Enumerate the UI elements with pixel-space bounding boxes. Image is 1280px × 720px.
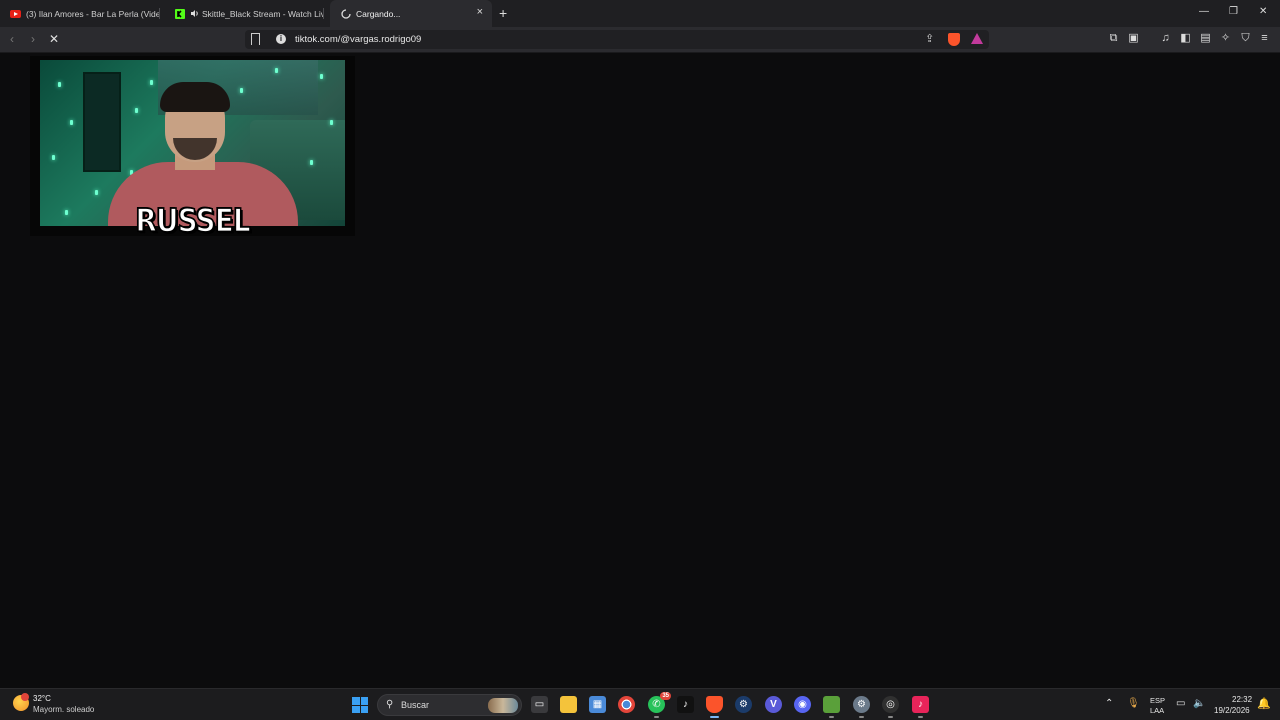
brave-shields-icon[interactable]: [948, 33, 960, 46]
obs-icon[interactable]: ◎: [882, 696, 899, 718]
microphone-icon[interactable]: 🎙: [1127, 698, 1140, 709]
notifications-bell-icon[interactable]: 🔔: [1257, 697, 1271, 710]
reader-mode-icon[interactable]: ▣: [1127, 32, 1140, 45]
webcam-overlay: RUSSEL: [30, 56, 355, 240]
whatsapp-badge: 35: [660, 692, 671, 700]
wallet-icon[interactable]: ▤: [1199, 32, 1212, 45]
weather-condition[interactable]: Mayorm. soleado: [33, 705, 94, 714]
search-icon: ⚲: [386, 699, 394, 710]
light-dot: [275, 68, 278, 73]
search-highlight-image: [488, 698, 518, 713]
input-language[interactable]: ESP: [1150, 696, 1165, 705]
taskbar: 32°C Mayorm. soleado ⚲ Buscar ▭ ▦ ✆ 35 ♪ …: [0, 688, 1280, 720]
tab-label: Cargando...: [356, 8, 401, 19]
brave-rewards-icon[interactable]: [971, 33, 983, 44]
youtube-icon: [10, 8, 21, 19]
light-dot: [135, 108, 138, 113]
menu-icon[interactable]: ≡: [1258, 32, 1271, 45]
tab-separator: [159, 8, 160, 19]
steam-icon[interactable]: ⚙: [735, 696, 752, 713]
settings-icon[interactable]: ⚙: [853, 696, 870, 718]
start-button[interactable]: [352, 697, 368, 713]
kick-icon: [174, 8, 185, 19]
maximize-button[interactable]: ❐: [1229, 6, 1238, 17]
weather-temperature[interactable]: 32°C: [33, 694, 51, 703]
minimize-button[interactable]: —: [1199, 6, 1209, 17]
clock-date[interactable]: 19/2/2026: [1214, 706, 1250, 715]
weather-alert-badge: [21, 693, 29, 701]
bookmark-icon[interactable]: [251, 33, 260, 45]
tab-kick[interactable]: Skittle_Black Stream - Watch Live: [164, 0, 324, 27]
vpn-icon[interactable]: V: [765, 696, 782, 713]
tiktok-app-icon[interactable]: ♪: [677, 696, 694, 713]
windows-logo-pane: [352, 697, 360, 705]
url-text[interactable]: tiktok.com/@vargas.rodrigo09: [295, 34, 421, 45]
tab-active-loading[interactable]: Cargando... ×: [330, 0, 492, 27]
back-button[interactable]: ‹: [10, 32, 14, 46]
network-icon[interactable]: ▭: [1176, 698, 1185, 709]
extensions-icon[interactable]: ⧉: [1107, 32, 1120, 45]
whatsapp-icon[interactable]: ✆ 35: [648, 692, 671, 718]
leo-ai-icon[interactable]: ✧: [1219, 32, 1232, 45]
tiktok-live-icon[interactable]: ♪: [912, 696, 929, 718]
light-dot: [95, 190, 98, 195]
stop-loading-button[interactable]: ✕: [49, 32, 59, 46]
page-content: RUSSEL: [0, 53, 1280, 688]
discord-icon[interactable]: ◉: [794, 696, 811, 713]
close-tab-icon[interactable]: ×: [477, 6, 483, 18]
file-viewer-icon[interactable]: ▭: [531, 696, 548, 713]
taskbar-search[interactable]: ⚲ Buscar: [377, 694, 522, 716]
brave-icon[interactable]: [706, 696, 723, 718]
tab-youtube[interactable]: (3) Ilan Amores - Bar La Perla (Video: [0, 0, 160, 27]
speaker-icon: [190, 8, 199, 19]
windows-logo-pane: [360, 705, 368, 713]
file-explorer-icon[interactable]: [560, 696, 577, 713]
light-dot: [150, 80, 153, 85]
light-dot: [58, 82, 61, 87]
webcam-name-label: RUSSEL: [135, 201, 252, 241]
tab-label: (3) Ilan Amores - Bar La Perla (Video: [26, 8, 160, 19]
light-dot: [320, 74, 323, 79]
light-dot: [310, 160, 313, 165]
tab-strip: (3) Ilan Amores - Bar La Perla (Video Sk…: [0, 0, 1280, 27]
keyboard-layout[interactable]: LAA: [1150, 706, 1164, 715]
loading-spinner-icon: [340, 8, 351, 19]
address-bar[interactable]: i tiktok.com/@vargas.rodrigo09 ⇪: [245, 30, 989, 49]
volume-icon[interactable]: 🔈: [1193, 698, 1205, 709]
door: [83, 72, 121, 172]
light-dot: [240, 88, 243, 93]
media-icon[interactable]: ♫: [1159, 32, 1172, 45]
windows-logo-pane: [360, 697, 368, 705]
tab-label: Skittle_Black Stream - Watch Live: [202, 8, 324, 19]
person-hair: [160, 82, 230, 112]
minecraft-icon[interactable]: [823, 696, 840, 718]
light-dot: [330, 120, 333, 125]
tab-separator: [323, 8, 324, 19]
forward-button[interactable]: ›: [31, 32, 35, 46]
close-window-button[interactable]: ✕: [1259, 6, 1267, 17]
windows-logo-pane: [352, 705, 360, 713]
clock-time[interactable]: 22:32: [1232, 695, 1252, 704]
chrome-icon[interactable]: [618, 696, 635, 713]
store-icon[interactable]: ▦: [589, 696, 606, 713]
browser-toolbar: ‹ › ✕ i tiktok.com/@vargas.rodrigo09 ⇪: [0, 27, 1280, 53]
search-placeholder: Buscar: [401, 700, 430, 710]
share-icon[interactable]: ⇪: [925, 32, 934, 45]
show-hidden-icons-chevron-icon[interactable]: ⌃: [1105, 698, 1113, 709]
new-tab-button[interactable]: +: [499, 5, 507, 21]
sidebar-icon[interactable]: ◧: [1179, 32, 1192, 45]
light-dot: [70, 120, 73, 125]
light-dot: [52, 155, 55, 160]
browser-window: (3) Ilan Amores - Bar La Perla (Video Sk…: [0, 0, 1280, 688]
site-info-icon[interactable]: i: [276, 34, 286, 44]
vpn-shield-icon[interactable]: ⛉: [1239, 32, 1252, 45]
